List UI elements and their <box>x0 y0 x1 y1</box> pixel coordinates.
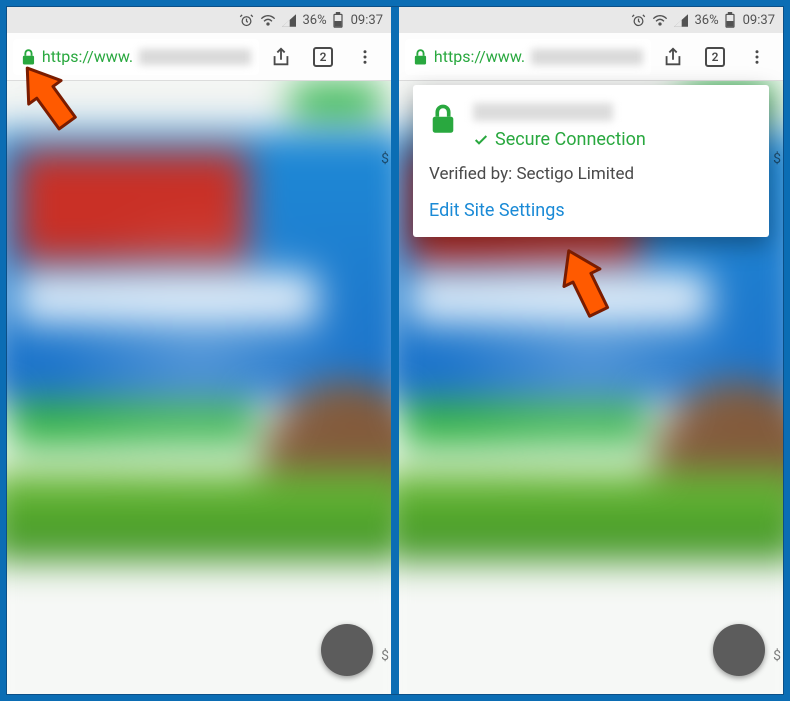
screenshot-frame: 36% 09:37 https://www. 2 <box>6 6 784 695</box>
page-content-blurred: $ $ <box>7 81 391 694</box>
battery-icon <box>725 12 735 28</box>
alarm-icon <box>239 13 254 28</box>
lock-icon <box>429 103 457 135</box>
wifi-icon <box>260 13 276 27</box>
url-domain-redacted <box>531 49 643 65</box>
menu-button[interactable] <box>737 37 777 77</box>
kebab-icon <box>356 48 374 66</box>
phone-left: 36% 09:37 https://www. 2 <box>7 7 391 694</box>
edit-site-settings-link[interactable]: Edit Site Settings <box>429 200 753 221</box>
browser-toolbar: https://www. 2 <box>7 33 391 81</box>
url-scheme: https://www. <box>434 47 525 66</box>
menu-button[interactable] <box>345 37 385 77</box>
tab-count-badge: 2 <box>313 47 333 67</box>
lock-icon <box>413 48 428 66</box>
floating-action-button[interactable] <box>321 624 373 676</box>
tabs-button[interactable]: 2 <box>695 37 735 77</box>
battery-percent: 36% <box>302 13 326 28</box>
secure-connection-label: Secure Connection <box>473 129 753 150</box>
check-icon <box>473 132 489 148</box>
wifi-icon <box>652 13 668 27</box>
url-field[interactable]: https://www. <box>405 39 651 75</box>
clock-text: 09:37 <box>351 13 383 28</box>
site-name-redacted <box>473 103 613 121</box>
phone-right: 36% 09:37 https://www. 2 <box>399 7 783 694</box>
lock-icon[interactable] <box>21 48 36 66</box>
url-domain-redacted <box>139 49 251 65</box>
status-bar: 36% 09:37 <box>399 7 783 33</box>
share-button[interactable] <box>261 37 301 77</box>
alarm-icon <box>631 13 646 28</box>
url-field[interactable]: https://www. <box>13 39 259 75</box>
clock-text: 09:37 <box>743 13 775 28</box>
share-icon <box>270 46 292 68</box>
share-icon <box>662 46 684 68</box>
signal-icon <box>282 14 296 27</box>
site-info-popup: Secure Connection Verified by: Sectigo L… <box>413 85 769 237</box>
verified-by-label: Verified by: Sectigo Limited <box>429 164 753 184</box>
floating-action-button[interactable] <box>713 624 765 676</box>
tab-count-badge: 2 <box>705 47 725 67</box>
battery-percent: 36% <box>694 13 718 28</box>
status-bar: 36% 09:37 <box>7 7 391 33</box>
signal-icon <box>674 14 688 27</box>
battery-icon <box>333 12 343 28</box>
tabs-button[interactable]: 2 <box>303 37 343 77</box>
browser-toolbar: https://www. 2 <box>399 33 783 81</box>
share-button[interactable] <box>653 37 693 77</box>
url-scheme: https://www. <box>42 47 133 66</box>
kebab-icon <box>748 48 766 66</box>
